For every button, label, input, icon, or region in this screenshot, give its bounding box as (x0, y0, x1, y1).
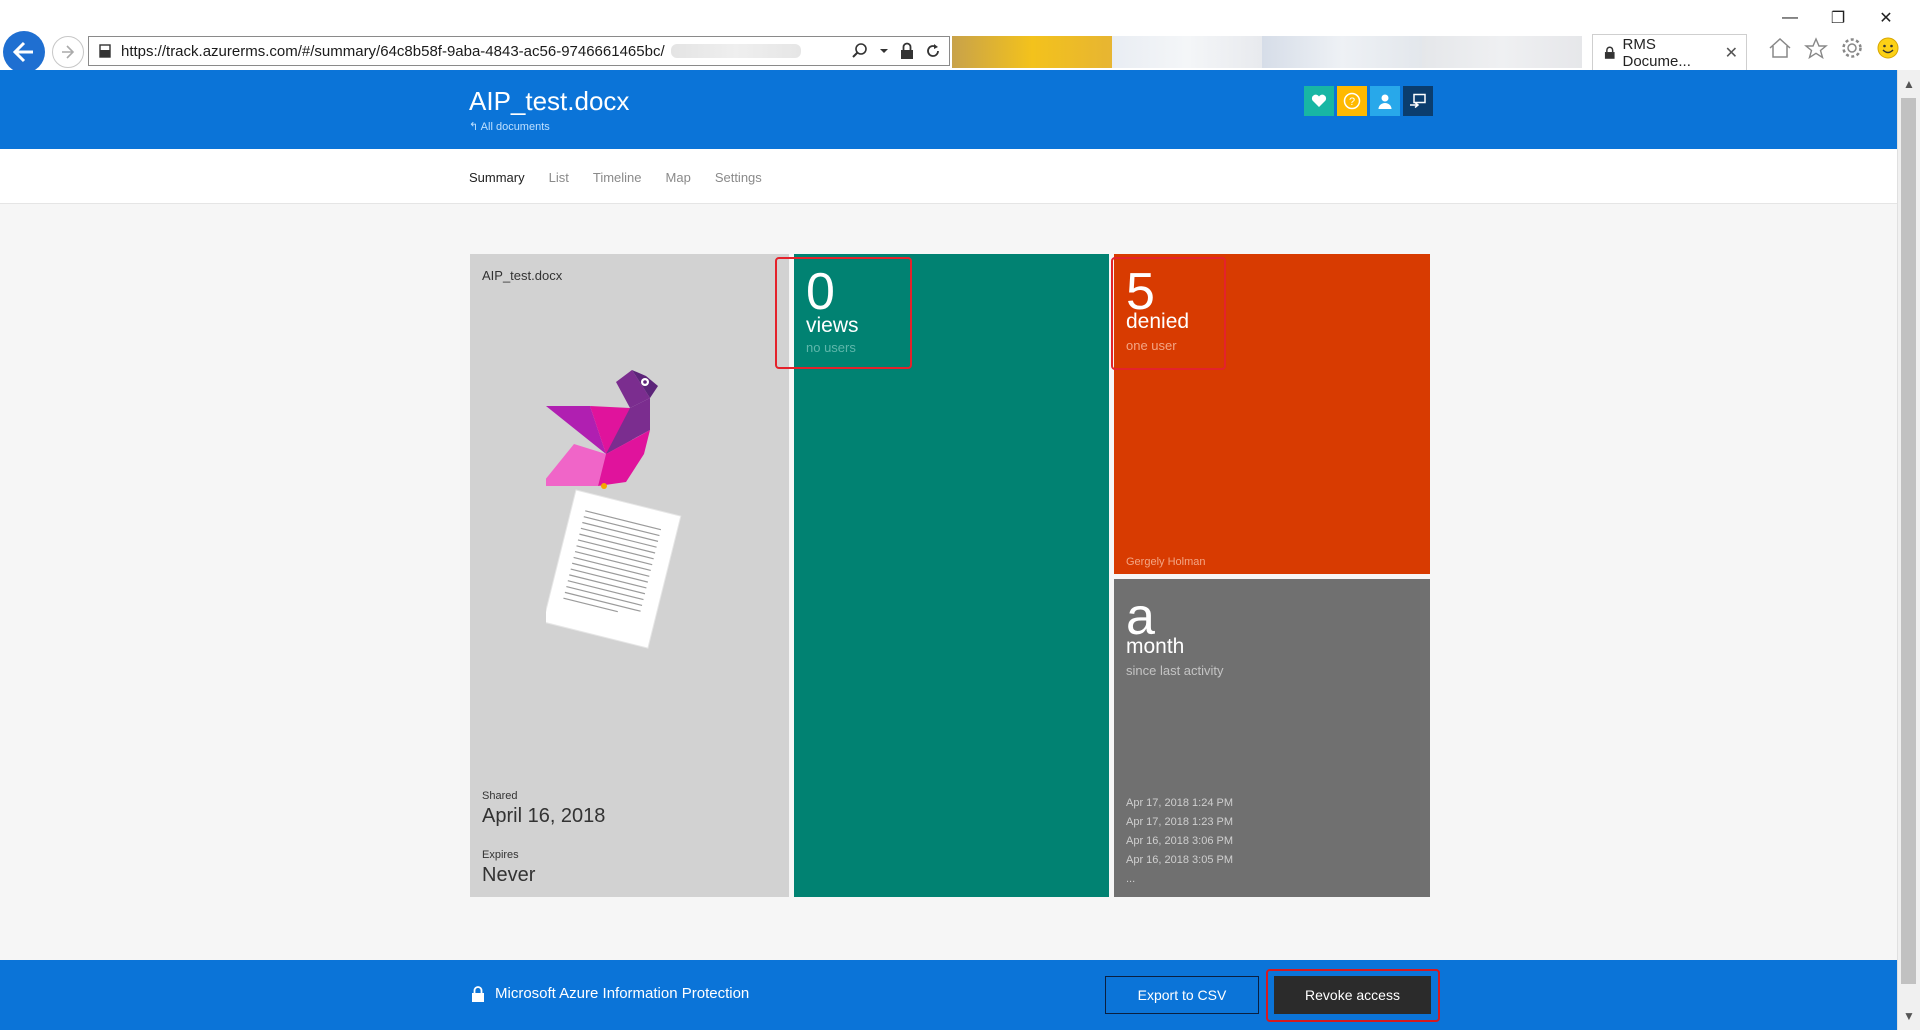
all-documents-label: All documents (480, 121, 550, 133)
document-name: AIP_test.docx (482, 268, 563, 283)
activity-list: Apr 17, 2018 1:24 PM Apr 17, 2018 1:23 P… (1126, 794, 1233, 889)
last-activity-tile[interactable]: a month since last activity Apr 17, 2018… (1114, 579, 1430, 897)
browser-tab-redacted[interactable] (1422, 36, 1582, 68)
lock-icon[interactable] (899, 42, 915, 60)
heart-icon[interactable] (1304, 86, 1334, 116)
refresh-icon[interactable] (925, 43, 941, 59)
page-footer: Microsoft Azure Information Protection E… (0, 960, 1898, 1030)
page-title: AIP_test.docx (469, 86, 630, 116)
tab-title: RMS Docume... (1622, 35, 1691, 70)
tab-strip (952, 36, 1592, 68)
scrollbar-thumb[interactable] (1901, 98, 1916, 984)
browser-toolbar-icons (1768, 36, 1900, 60)
expires-label: Expires (482, 849, 519, 861)
bird-document-illustration (546, 370, 682, 649)
header-icon-group: ? (1304, 86, 1433, 116)
shared-label: Shared (482, 790, 518, 802)
back-button[interactable] (3, 31, 45, 73)
browser-tab-redacted[interactable] (1262, 36, 1422, 68)
expires-value: Never (482, 864, 536, 886)
close-window-button[interactable]: ✕ (1862, 4, 1910, 32)
scroll-up-icon[interactable]: ▲ (1898, 74, 1920, 94)
search-icon[interactable] (851, 42, 869, 60)
activity-entry: Apr 16, 2018 3:06 PM (1126, 835, 1234, 847)
redacted-url-part (670, 44, 801, 58)
browser-tab-redacted[interactable] (1112, 36, 1262, 68)
scroll-down-icon[interactable]: ▼ (1898, 1006, 1920, 1026)
page-header: AIP_test.docx ↰ All documents ? (0, 70, 1898, 149)
revoke-access-button[interactable]: Revoke access (1274, 976, 1431, 1014)
address-bar[interactable]: https://track.azurerms.com/#/summary/64c… (88, 36, 950, 66)
favorites-star-icon[interactable] (1804, 37, 1828, 59)
signout-icon[interactable] (1403, 86, 1433, 116)
tab-list[interactable]: List (549, 170, 569, 185)
activity-label: month (1126, 635, 1185, 658)
home-icon[interactable] (1768, 37, 1792, 59)
smiley-feedback-icon[interactable] (1876, 36, 1900, 60)
tab-map[interactable]: Map (666, 170, 691, 185)
chevron-down-icon[interactable] (879, 46, 889, 56)
tab-summary[interactable]: Summary (469, 170, 525, 185)
tab-settings[interactable]: Settings (715, 170, 762, 185)
footer-brand: Microsoft Azure Information Protection (471, 985, 749, 1002)
browser-tab-redacted[interactable] (952, 36, 1112, 68)
tab-lock-icon (1604, 46, 1615, 59)
page-icon (99, 44, 111, 58)
section-nav: Summary List Timeline Map Settings (0, 149, 1898, 204)
tab-timeline[interactable]: Timeline (593, 170, 642, 185)
activity-entry: Apr 16, 2018 3:05 PM (1126, 854, 1234, 866)
activity-entry: Apr 17, 2018 1:24 PM (1126, 797, 1234, 809)
restore-button[interactable]: ❐ (1814, 4, 1862, 32)
views-highlight-box (775, 257, 912, 369)
vertical-scrollbar[interactable]: ▲ ▼ (1897, 70, 1920, 1030)
activity-entry: Apr 17, 2018 1:23 PM (1126, 816, 1234, 828)
user-icon[interactable] (1370, 86, 1400, 116)
forward-arrow-icon (62, 45, 75, 59)
forward-button[interactable] (52, 36, 84, 68)
all-documents-link[interactable]: ↰ All documents (469, 120, 550, 133)
denied-user-name: Gergely Holman (1126, 556, 1206, 568)
browser-chrome: — ❐ ✕ https://track.azurerms.com/#/summa… (0, 0, 1920, 73)
url-text: https://track.azurerms.com/#/summary/64c… (121, 42, 665, 60)
address-tools (851, 42, 949, 60)
gear-icon[interactable] (1840, 36, 1864, 60)
brand-label: Microsoft Azure Information Protection (495, 985, 750, 1002)
activity-sub: since last activity (1126, 663, 1224, 678)
active-browser-tab[interactable]: RMS Docume... ✕ (1592, 34, 1747, 70)
minimize-button[interactable]: — (1766, 4, 1814, 32)
back-arrow-icon (12, 41, 33, 63)
svg-text:?: ? (1349, 96, 1355, 108)
document-tile: AIP_test.docx Shared April 16, 2018 Expi… (470, 254, 789, 897)
help-icon[interactable]: ? (1337, 86, 1367, 116)
lock-icon (472, 985, 484, 1002)
shared-date: April 16, 2018 (482, 805, 606, 827)
window-controls: — ❐ ✕ (1766, 4, 1910, 32)
denied-highlight-box (1111, 257, 1226, 370)
activity-entry: ... (1126, 873, 1136, 885)
close-tab-icon[interactable]: ✕ (1725, 43, 1738, 63)
export-csv-button[interactable]: Export to CSV (1105, 976, 1259, 1014)
